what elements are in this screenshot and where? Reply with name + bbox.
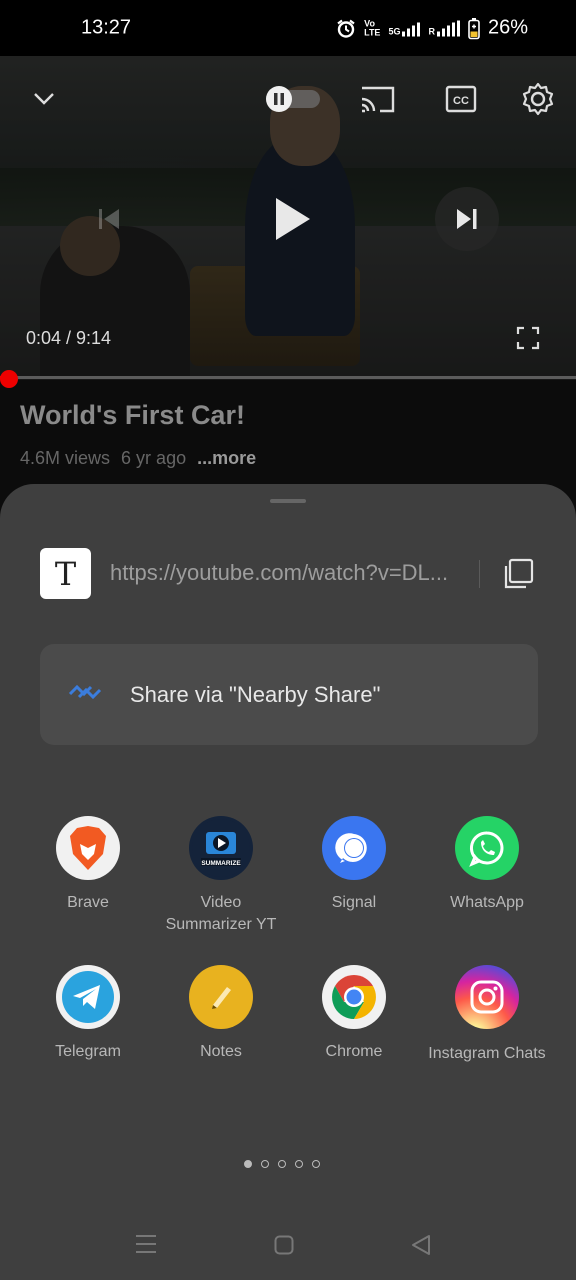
app-label: Video Summarizer YT bbox=[165, 894, 277, 933]
share-sheet: T https://youtube.com/watch?v=DL... Shar… bbox=[0, 484, 576, 1280]
video-scrubber-handle[interactable] bbox=[0, 370, 18, 388]
brave-icon bbox=[56, 816, 120, 880]
cast-icon[interactable] bbox=[360, 84, 396, 114]
play-icon[interactable] bbox=[272, 196, 312, 242]
video-title[interactable]: World's First Car! bbox=[20, 400, 245, 431]
more-link[interactable]: ...more bbox=[197, 448, 256, 468]
video-progress-bar[interactable] bbox=[0, 376, 576, 379]
telegram-icon bbox=[56, 965, 120, 1029]
page-indicator bbox=[244, 1160, 320, 1168]
app-label: Notes bbox=[200, 1043, 242, 1060]
url-divider bbox=[479, 560, 480, 588]
navigation-bar bbox=[0, 1210, 576, 1280]
page-dot[interactable] bbox=[244, 1160, 252, 1168]
chrome-icon bbox=[322, 965, 386, 1029]
autoplay-toggle[interactable] bbox=[264, 85, 322, 113]
status-time: 13:27 bbox=[81, 16, 132, 39]
app-instagram[interactable]: Instagram Chats bbox=[422, 965, 552, 1066]
app-label: WhatsApp bbox=[450, 894, 524, 911]
next-icon[interactable] bbox=[455, 207, 479, 231]
captions-icon[interactable]: CC bbox=[445, 85, 477, 113]
app-telegram[interactable]: Telegram bbox=[23, 965, 153, 1063]
network-type: 5G bbox=[388, 26, 401, 36]
instagram-icon bbox=[455, 965, 519, 1029]
app-label: Signal bbox=[331, 894, 377, 911]
page-dot[interactable] bbox=[295, 1160, 303, 1168]
page-dot[interactable] bbox=[312, 1160, 320, 1168]
nearby-share-button[interactable]: Share via "Nearby Share" bbox=[40, 644, 538, 745]
text-icon: T bbox=[40, 548, 91, 599]
roaming-indicator: R bbox=[428, 26, 435, 36]
signal-bars-icon bbox=[402, 20, 421, 36]
settings-gear-icon[interactable] bbox=[521, 82, 555, 116]
battery-icon bbox=[468, 17, 480, 39]
signal-icon bbox=[322, 816, 386, 880]
app-notes[interactable]: Notes bbox=[156, 965, 286, 1063]
video-meta: 4.6M views 6 yr ago ...more bbox=[20, 448, 256, 469]
page-dot[interactable] bbox=[278, 1160, 286, 1168]
video-summarizer-icon: SUMMARIZE bbox=[189, 816, 253, 880]
app-label: Telegram bbox=[55, 1043, 121, 1060]
video-time: 0:04 / 9:14 bbox=[26, 328, 112, 348]
back-icon[interactable] bbox=[410, 1234, 432, 1256]
nearby-share-label: Share via "Nearby Share" bbox=[130, 682, 381, 707]
page-dot[interactable] bbox=[261, 1160, 269, 1168]
home-icon[interactable] bbox=[274, 1235, 294, 1255]
menu-icon[interactable] bbox=[135, 1233, 157, 1255]
svg-text:CC: CC bbox=[453, 95, 469, 107]
signal-bars-icon bbox=[436, 20, 460, 36]
signal-roaming: R bbox=[428, 20, 460, 36]
app-signal[interactable]: Signal bbox=[289, 816, 419, 914]
alarm-icon bbox=[337, 19, 355, 38]
copy-icon[interactable] bbox=[500, 556, 536, 592]
nearby-share-icon bbox=[68, 684, 102, 700]
share-url[interactable]: https://youtube.com/watch?v=DL... bbox=[110, 560, 460, 586]
battery-percent: 26% bbox=[487, 16, 528, 39]
volte-indicator: Vo LTE bbox=[364, 18, 381, 37]
notes-icon bbox=[189, 965, 253, 1029]
upload-age: 6 yr ago bbox=[121, 448, 187, 468]
app-label: Chrome bbox=[325, 1043, 383, 1060]
app-label: Brave bbox=[67, 894, 109, 911]
text-icon-letter: T bbox=[54, 554, 77, 593]
status-icons: Vo LTE 5G R 26% bbox=[336, 17, 528, 40]
whatsapp-icon bbox=[455, 816, 519, 880]
app-chrome[interactable]: Chrome bbox=[289, 965, 419, 1063]
app-whatsapp[interactable]: WhatsApp bbox=[422, 816, 552, 914]
app-brave[interactable]: Brave bbox=[23, 816, 153, 914]
app-label: Instagram Chats bbox=[428, 1045, 546, 1062]
summarize-badge: SUMMARIZE bbox=[201, 860, 241, 867]
status-bar: 13:27 Vo LTE 5G R 26% bbox=[0, 0, 576, 56]
view-count: 4.6M views bbox=[20, 448, 111, 468]
fullscreen-icon[interactable] bbox=[516, 326, 540, 350]
previous-icon[interactable] bbox=[96, 206, 122, 232]
sheet-drag-handle[interactable] bbox=[270, 499, 306, 503]
signal-5g: 5G bbox=[388, 20, 421, 36]
minimize-chevron-icon[interactable] bbox=[30, 84, 58, 112]
video-player[interactable]: CC 0:04 / 9:14 bbox=[0, 56, 576, 380]
app-video-summarizer[interactable]: SUMMARIZE Video Summarizer YT bbox=[156, 816, 286, 936]
